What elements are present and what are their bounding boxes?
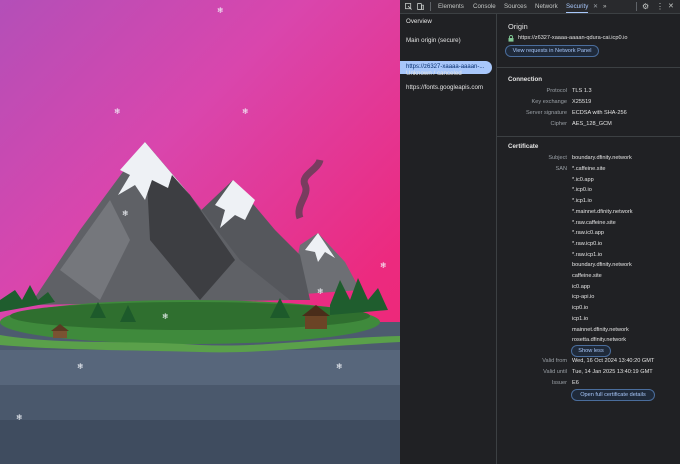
san-entry: *.ic0.app [572, 176, 594, 183]
san-entry: *.mainnet.dfinity.network [572, 208, 633, 215]
devtools-panel: Elements Console Sources Network Securit… [400, 0, 680, 464]
valid-until-value: Tue, 14 Jan 2025 13:40:19 GMT [572, 369, 653, 375]
subject-label: Subject [548, 155, 567, 161]
open-certificate-details-button[interactable]: Open full certificate details [571, 389, 655, 401]
connection-title: Connection [508, 76, 543, 83]
subject-value: boundary.dfinity.network [572, 155, 632, 161]
san-entry: *.raw.icp1.io [572, 251, 603, 258]
device-icon[interactable] [417, 3, 424, 10]
devtools-tab-bar: Elements Console Sources Network Securit… [400, 0, 680, 14]
san-entry: *.caffeine.site [572, 166, 606, 172]
san-entry: ic0.app [572, 283, 591, 290]
san-entry: rosetta.dfinity.network [572, 337, 626, 344]
security-origin-details: Origin https://z6327-xaaaa-aaaan-qdura-c… [497, 14, 680, 464]
valid-from-label: Valid from [542, 358, 567, 364]
snowflake-icon: ❄ [77, 362, 84, 371]
valid-until-label: Valid until [543, 369, 567, 375]
protocol-label: Protocol [546, 88, 567, 94]
snowflake-icon: ❄ [122, 209, 129, 218]
sidebar-item-overview[interactable]: Overview [406, 18, 432, 25]
divider [497, 67, 680, 68]
snowflake-icon: ❄ [217, 6, 224, 15]
cipher-label: Cipher [550, 121, 567, 127]
key-exchange-label: Key exchange [531, 99, 567, 105]
issuer-label: Issuer [551, 380, 567, 386]
settings-icon[interactable]: ⚙ [642, 0, 649, 13]
san-entry: icp1.io [572, 315, 589, 322]
san-entry: *.raw.ic0.app [572, 230, 605, 237]
inspect-icon[interactable] [405, 3, 412, 10]
snowflake-icon: ❄ [114, 107, 121, 116]
tab-security[interactable]: Security [566, 0, 589, 13]
server-signature-value: ECDSA with SHA-256 [572, 110, 627, 116]
issuer-value: E6 [572, 380, 579, 386]
san-entry: *.icp0.io [572, 187, 592, 194]
sidebar-item-fonts-origin[interactable]: https://fonts.googleapis.com [406, 84, 483, 91]
server-signature-label: Server signature [525, 110, 567, 116]
snowflake-icon: ❄ [336, 362, 343, 371]
snowflake-icon: ❄ [242, 107, 249, 116]
toolbar-divider [430, 2, 431, 11]
snowflake-icon: ❄ [380, 261, 387, 270]
divider [497, 136, 680, 137]
san-label: SAN [555, 166, 567, 172]
toolbar-divider [636, 2, 637, 11]
valid-from-value: Wed, 16 Oct 2024 13:40:20 GMT [572, 358, 655, 364]
web-page-viewport: ❄ ❄ ❄ ❄ ❄ ❄ ❄ ❄ ❄ ❄ [0, 0, 400, 464]
show-less-button[interactable]: Show less [571, 345, 611, 357]
origin-title: Origin [508, 22, 528, 31]
san-entry: icp-api.io [572, 294, 595, 301]
protocol-value: TLS 1.3 [572, 88, 592, 94]
close-tab-icon[interactable]: ✕ [593, 0, 598, 13]
mountain-island-illustration [0, 142, 400, 464]
tab-network[interactable]: Network [535, 0, 558, 13]
tab-sources[interactable]: Sources [504, 0, 527, 13]
snowflake-icon: ❄ [16, 413, 23, 422]
san-entry: *.icp1.io [572, 198, 592, 205]
origin-url: https://z6327-xaaaa-aaaan-qdura-cai.icp0… [518, 35, 628, 41]
tab-elements[interactable]: Elements [438, 0, 464, 13]
snowflake-icon: ❄ [317, 287, 324, 296]
more-tabs-icon[interactable]: » [603, 0, 606, 13]
security-sidebar: Overview Main origin (secure) https://z6… [400, 14, 497, 464]
san-entry: icp0.io [572, 305, 589, 312]
san-entry: caffeine.site [572, 273, 602, 279]
view-requests-button[interactable]: View requests in Network Panel [505, 45, 599, 57]
san-entry: boundary.dfinity.network [572, 262, 632, 269]
san-entry: mainnet.dfinity.network [572, 326, 629, 333]
san-entry: *.raw.caffeine.site [572, 219, 616, 226]
cipher-value: AES_128_GCM [572, 121, 612, 127]
close-icon[interactable]: ✕ [668, 0, 674, 13]
more-icon[interactable]: ⋮ [656, 0, 664, 13]
san-entry: *.raw.icp0.io [572, 240, 603, 247]
sidebar-heading-unknown: Unknown / canceled [406, 70, 462, 77]
snowflake-icon: ❄ [162, 312, 169, 321]
key-exchange-value: X25519 [572, 99, 592, 105]
sidebar-heading-main-origin: Main origin (secure) [406, 37, 461, 44]
certificate-title: Certificate [508, 143, 539, 150]
tab-console[interactable]: Console [473, 0, 496, 13]
lock-icon [508, 35, 514, 42]
